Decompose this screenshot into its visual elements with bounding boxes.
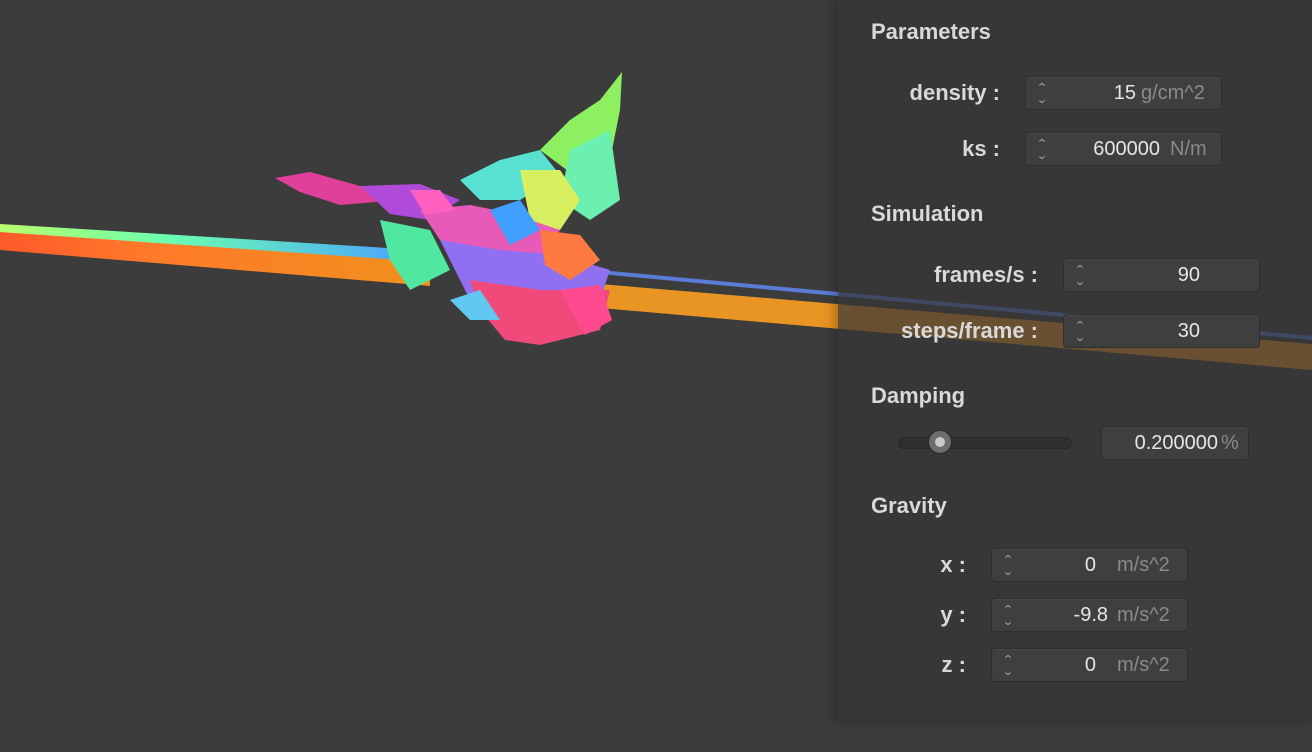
density-spinbox[interactable]: ⌃ ⌄ 15 g/cm^2 xyxy=(1025,76,1222,110)
spin-arrows-icon[interactable]: ⌃ ⌄ xyxy=(1036,138,1048,162)
parameters-heading: Parameters xyxy=(871,19,991,44)
gravity-z-value[interactable]: 0 xyxy=(1022,649,1096,681)
density-value[interactable]: 15 xyxy=(1056,77,1136,109)
damping-value-field[interactable]: 0.200000 % xyxy=(1101,426,1249,460)
damping-heading: Damping xyxy=(871,383,966,408)
gravity-heading: Gravity xyxy=(871,493,947,518)
ks-spinbox[interactable]: ⌃ ⌄ 600000 N/m xyxy=(1025,132,1222,166)
gravity-x-label: x : xyxy=(940,552,966,577)
spin-arrows-icon[interactable]: ⌃ ⌄ xyxy=(1074,264,1086,288)
gravity-y-unit: m/s^2 xyxy=(1117,604,1170,626)
frames-label: frames/s : xyxy=(934,262,1038,287)
spin-arrows-icon[interactable]: ⌃ ⌄ xyxy=(1002,654,1014,678)
gravity-x-spinbox[interactable]: ⌃ ⌄ 0 m/s^2 xyxy=(991,548,1188,582)
gravity-y-value[interactable]: -9.8 xyxy=(1022,599,1108,631)
gravity-z-unit: m/s^2 xyxy=(1117,654,1170,676)
frames-value[interactable]: 90 xyxy=(1094,259,1200,291)
gravity-x-value[interactable]: 0 xyxy=(1022,549,1096,581)
spin-arrows-icon[interactable]: ⌃ ⌄ xyxy=(1036,82,1048,106)
frames-spinbox[interactable]: ⌃ ⌄ 90 xyxy=(1063,258,1260,292)
damping-slider-track[interactable] xyxy=(898,437,1072,449)
steps-spinbox[interactable]: ⌃ ⌄ 30 xyxy=(1063,314,1260,348)
damping-slider-handle[interactable] xyxy=(928,430,952,454)
density-unit: g/cm^2 xyxy=(1141,82,1205,104)
simulation-heading: Simulation xyxy=(871,201,984,226)
steps-value[interactable]: 30 xyxy=(1094,315,1200,347)
damping-unit: % xyxy=(1221,432,1239,454)
spin-arrows-icon[interactable]: ⌃ ⌄ xyxy=(1002,554,1014,578)
gravity-z-label: z : xyxy=(941,652,966,677)
spin-arrows-icon[interactable]: ⌃ ⌄ xyxy=(1074,320,1086,344)
gravity-y-label: y : xyxy=(940,602,966,627)
settings-panel: Parameters density : ⌃ ⌄ 15 g/cm^2 ks : ⌃… xyxy=(838,0,1312,722)
gravity-x-unit: m/s^2 xyxy=(1117,554,1170,576)
gravity-y-spinbox[interactable]: ⌃ ⌄ -9.8 m/s^2 xyxy=(991,598,1188,632)
gravity-z-spinbox[interactable]: ⌃ ⌄ 0 m/s^2 xyxy=(991,648,1188,682)
damping-value[interactable]: 0.200000 xyxy=(1112,427,1218,459)
steps-label: steps/frame : xyxy=(901,318,1038,343)
spin-arrows-icon[interactable]: ⌃ ⌄ xyxy=(1002,604,1014,628)
density-label: density : xyxy=(909,80,1000,105)
ks-label: ks : xyxy=(962,136,1000,161)
ks-unit: N/m xyxy=(1170,138,1207,160)
ks-value[interactable]: 600000 xyxy=(1056,133,1160,165)
